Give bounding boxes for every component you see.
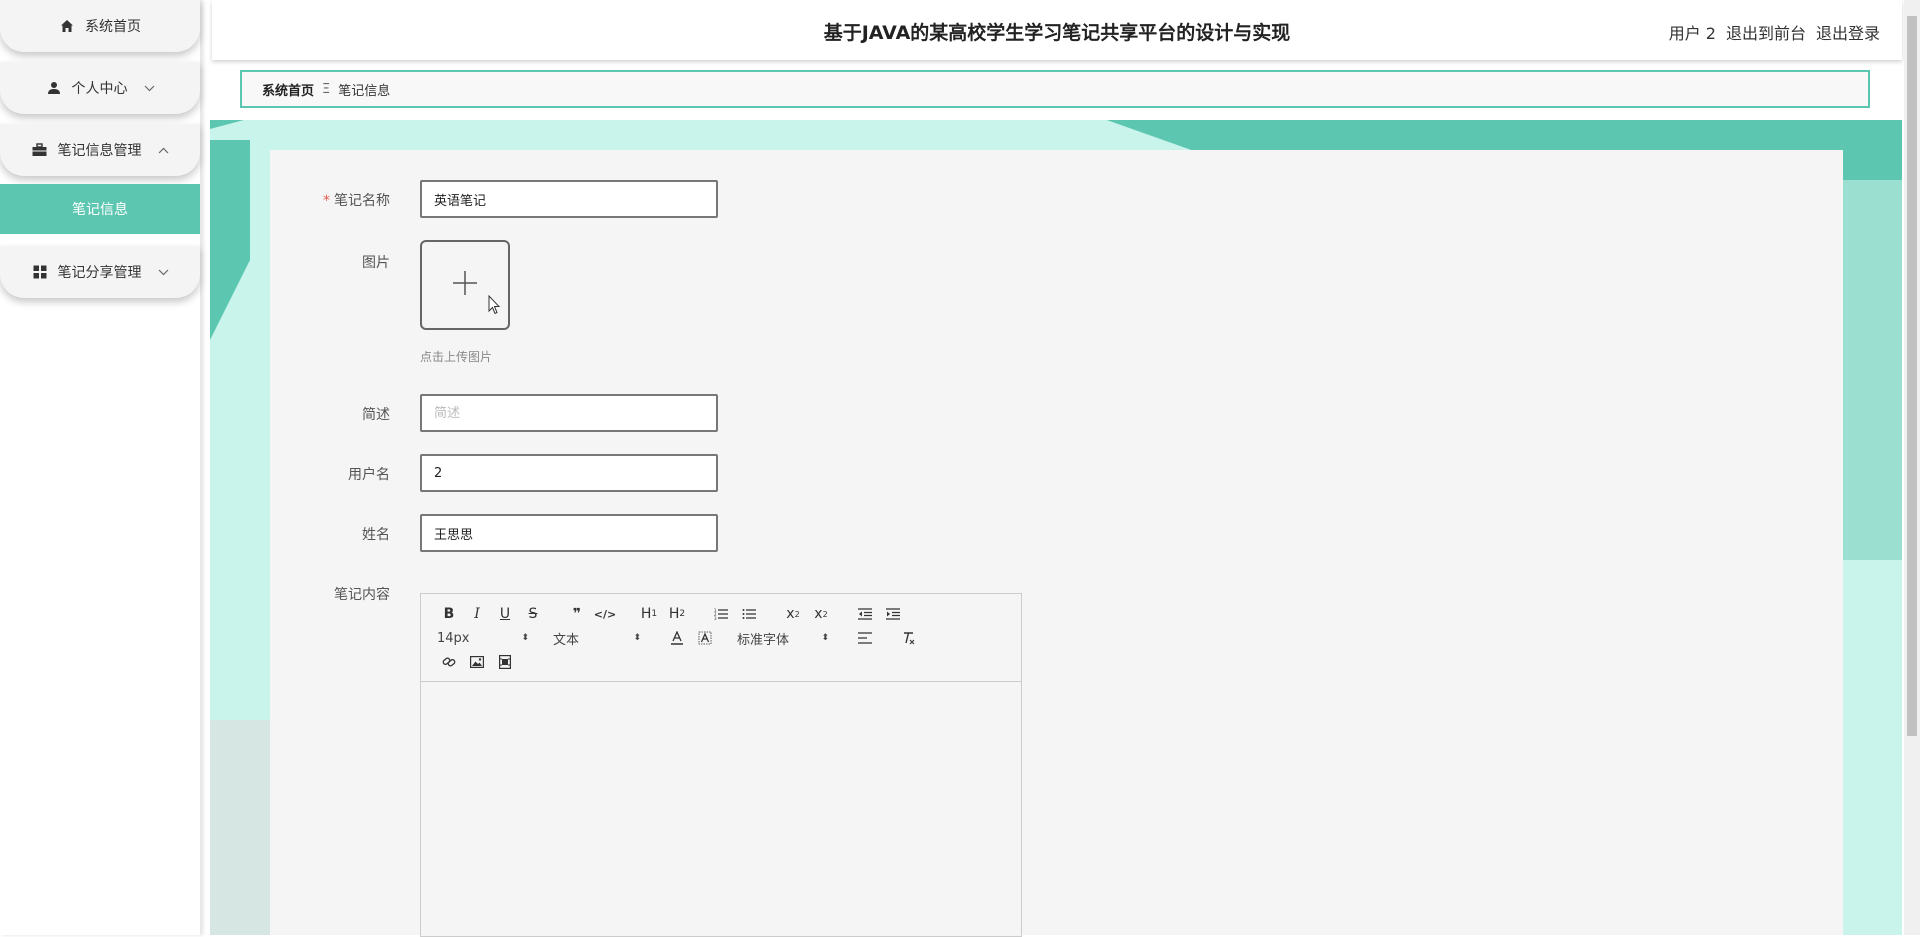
username-input[interactable]	[420, 454, 718, 492]
select-arrows-icon: ⬍	[521, 633, 529, 643]
sidebar-item-label: 个人中心	[71, 81, 128, 97]
underline-button[interactable]: U	[491, 603, 519, 625]
background-color-icon[interactable]	[691, 627, 719, 649]
logout-link[interactable]: 退出登录	[1816, 20, 1880, 44]
subscript-button[interactable]: x2	[779, 603, 807, 625]
realname-input[interactable]	[420, 514, 718, 552]
note-form: *笔记名称 图片 点击上传图片 简述 用户名 姓名 笔记内容 B I U S ❞…	[270, 150, 1843, 937]
top-links: 用户 2 退出到前台 退出登录	[1669, 20, 1880, 44]
chevron-up-icon	[158, 144, 169, 157]
decoration-shape	[210, 120, 1902, 150]
topbar: 基于JAVA的某高校学生学习笔记共享平台的设计与实现 用户 2 退出到前台 退出…	[212, 0, 1902, 60]
insert-video-icon[interactable]	[491, 651, 519, 673]
description-label: 简述	[362, 407, 390, 423]
app-title: 基于JAVA的某高校学生学习笔记共享平台的设计与实现	[823, 22, 1291, 44]
home-icon	[59, 18, 75, 34]
note-name-label: * 笔记名称	[323, 193, 390, 209]
breadcrumb-current: 笔记信息	[338, 83, 391, 99]
sidebar-subitem-note-info[interactable]: 笔记信息	[0, 184, 200, 234]
plus-icon	[450, 268, 480, 302]
header-select[interactable]: 文本 ⬍	[551, 629, 647, 648]
mouse-cursor-icon	[488, 294, 501, 315]
breadcrumb: 系统首页 Ξ 笔记信息	[240, 70, 1870, 108]
outdent-icon[interactable]	[851, 603, 879, 625]
image-label: 图片	[362, 255, 390, 271]
decoration-shape	[210, 720, 270, 935]
bullet-list-icon[interactable]	[735, 603, 763, 625]
sidebar-item-label: 系统首页	[85, 19, 141, 35]
required-mark: *	[323, 193, 330, 209]
heading1-button[interactable]: H1	[635, 603, 663, 625]
current-user-label[interactable]: 用户 2	[1669, 20, 1716, 44]
code-block-button[interactable]: </>	[591, 603, 619, 625]
select-arrows-icon: ⬍	[821, 633, 829, 643]
link-icon[interactable]	[435, 651, 463, 673]
sidebar: 系统首页 个人中心 笔记信息管理 笔记信息 笔记分享管理	[0, 0, 201, 935]
chevron-down-icon	[158, 266, 169, 279]
rich-text-editor: B I U S ❞ </> H1 H2 123 x2 x2 14px ⬍ 文本 …	[420, 593, 1022, 937]
sidebar-item-home[interactable]: 系统首页	[0, 0, 200, 52]
sidebar-item-note-share-management[interactable]: 笔记分享管理	[0, 246, 200, 298]
indent-icon[interactable]	[879, 603, 907, 625]
italic-button[interactable]: I	[463, 603, 491, 625]
editor-toolbar: B I U S ❞ </> H1 H2 123 x2 x2 14px ⬍ 文本 …	[421, 594, 1021, 682]
text-color-icon[interactable]	[663, 627, 691, 649]
breadcrumb-separator: Ξ	[322, 81, 331, 97]
clear-format-icon[interactable]	[895, 627, 923, 649]
scrollbar-thumb[interactable]	[1907, 16, 1917, 736]
realname-label: 姓名	[362, 527, 390, 543]
sidebar-item-note-management[interactable]: 笔记信息管理	[0, 124, 200, 176]
bold-button[interactable]: B	[435, 603, 463, 625]
description-input[interactable]	[420, 394, 718, 432]
ordered-list-icon[interactable]: 123	[707, 603, 735, 625]
blockquote-button[interactable]: ❞	[563, 603, 591, 625]
image-upload-hint: 点击上传图片	[420, 350, 493, 364]
user-icon	[46, 80, 62, 96]
image-upload-button[interactable]	[420, 240, 510, 330]
select-arrows-icon: ⬍	[633, 633, 641, 643]
font-size-value: 14px	[437, 630, 470, 646]
back-to-front-link[interactable]: 退出到前台	[1726, 20, 1806, 44]
sidebar-item-label: 笔记信息管理	[57, 143, 142, 159]
font-family-value: 标准字体	[737, 632, 790, 648]
font-family-select[interactable]: 标准字体 ⬍	[735, 629, 835, 648]
insert-image-icon[interactable]	[463, 651, 491, 673]
align-icon[interactable]	[851, 627, 879, 649]
superscript-button[interactable]: x2	[807, 603, 835, 625]
page-scrollbar[interactable]	[1904, 0, 1920, 935]
font-size-select[interactable]: 14px ⬍	[435, 631, 535, 646]
chevron-down-icon	[144, 82, 155, 95]
grid-icon	[32, 264, 48, 280]
header-value: 文本	[553, 632, 580, 648]
note-content-label: 笔记内容	[334, 587, 390, 603]
sidebar-item-label: 笔记分享管理	[57, 265, 142, 281]
note-name-input[interactable]	[420, 180, 718, 218]
briefcase-icon	[32, 142, 48, 158]
username-label: 用户名	[348, 467, 390, 483]
svg-text:3: 3	[714, 616, 717, 620]
decoration-shape	[210, 140, 250, 340]
breadcrumb-home[interactable]: 系统首页	[262, 80, 314, 99]
decoration-shape	[1842, 180, 1902, 560]
strikethrough-button[interactable]: S	[519, 603, 547, 625]
heading2-button[interactable]: H2	[663, 603, 691, 625]
sidebar-item-personal-center[interactable]: 个人中心	[0, 62, 200, 114]
editor-content-area[interactable]	[421, 682, 1021, 934]
